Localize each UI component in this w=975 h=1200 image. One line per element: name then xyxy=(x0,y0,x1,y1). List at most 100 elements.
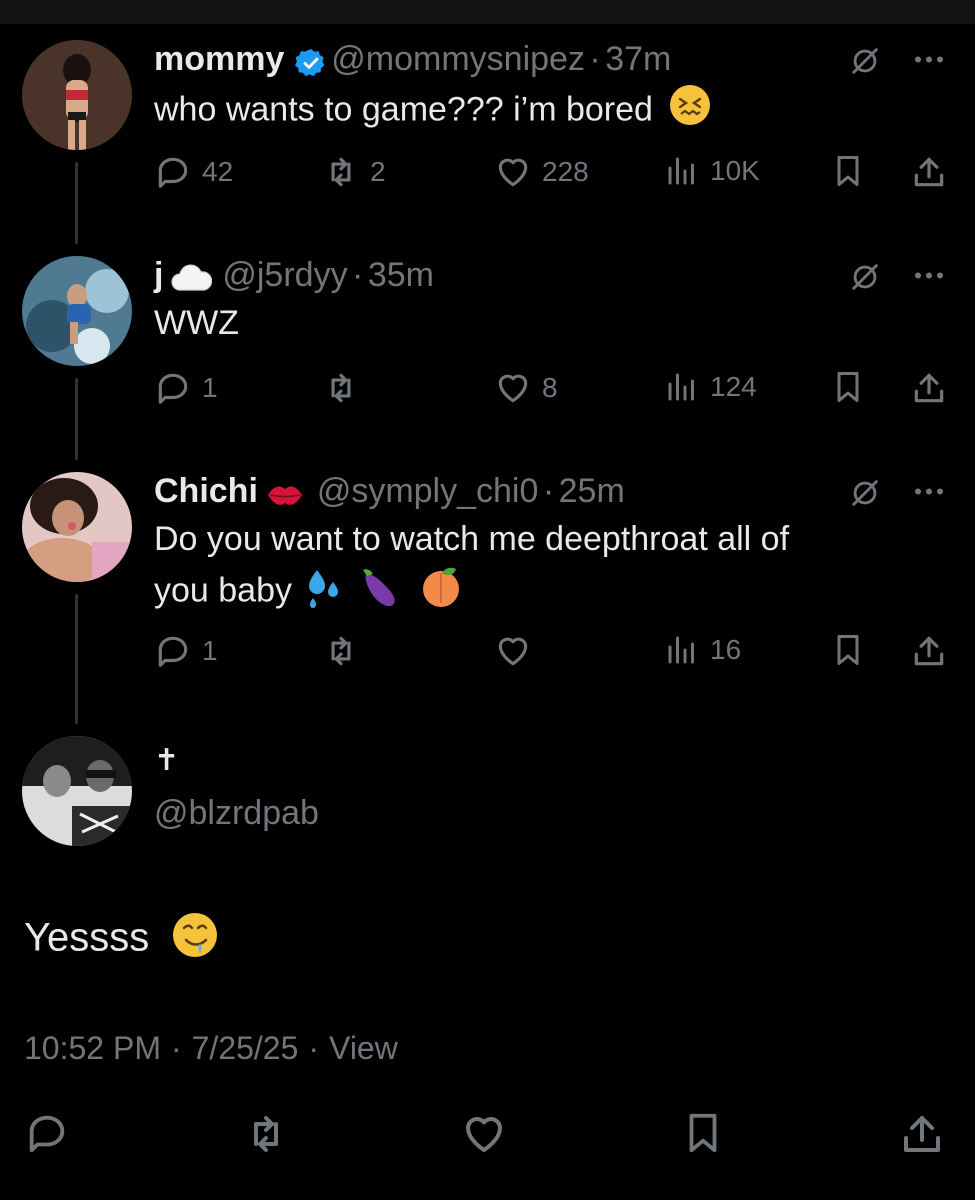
eggplant-emoji xyxy=(359,564,405,621)
more-options-button[interactable] xyxy=(912,54,956,65)
post-text-line: you baby xyxy=(154,563,464,622)
peach-emoji xyxy=(418,563,464,622)
post-timestamp: 10:52 PM · 7/25/25 · View xyxy=(24,1030,408,1067)
reply-button[interactable]: 42 xyxy=(154,153,233,191)
heart-icon xyxy=(494,369,542,407)
action-count: 1 xyxy=(202,635,218,666)
more-options-button[interactable] xyxy=(912,486,956,497)
post-header: j @j5rdyy · 35m xyxy=(154,256,434,299)
repost-icon xyxy=(322,153,370,191)
bookmark-icon xyxy=(680,1110,736,1156)
reply-button[interactable]: 1 xyxy=(154,369,218,407)
post-time[interactable]: 25m xyxy=(559,472,625,510)
action-count: 42 xyxy=(202,156,234,187)
display-name[interactable]: j xyxy=(154,256,163,294)
share-button[interactable] xyxy=(910,153,958,191)
grok-icon xyxy=(848,44,892,78)
bookmark-icon xyxy=(830,632,876,668)
verified-badge-icon xyxy=(294,47,327,84)
separator-dot: · xyxy=(308,1030,320,1066)
post-text: who wants to game??? i’m bored xyxy=(154,83,712,140)
bookmark-icon xyxy=(830,369,876,405)
heart-icon xyxy=(460,1110,518,1158)
cloud-emoji xyxy=(170,264,213,299)
status-bar xyxy=(0,0,975,24)
repost-button[interactable] xyxy=(242,1110,300,1158)
share-icon xyxy=(910,153,958,191)
more-icon xyxy=(912,54,956,65)
like-button[interactable] xyxy=(494,632,542,670)
more-options-button[interactable] xyxy=(912,270,956,281)
more-icon xyxy=(912,486,956,497)
repost-button[interactable] xyxy=(322,632,370,670)
like-button[interactable]: 8 xyxy=(494,369,558,407)
reply-icon xyxy=(154,153,202,191)
views-button[interactable]: 124 xyxy=(664,369,757,405)
post-text-line: Do you want to watch me deepthroat all o… xyxy=(154,520,790,558)
user-handle[interactable]: @symply_chi0 xyxy=(317,472,539,510)
avatar[interactable] xyxy=(22,472,132,582)
focused-post-text: Yessss xyxy=(24,910,220,970)
action-count: 1 xyxy=(202,372,218,403)
share-button[interactable] xyxy=(898,1110,956,1158)
post-header: Chichi @symply_chi0 · 25m xyxy=(154,472,625,516)
timestamp-time: 10:52 PM xyxy=(24,1030,161,1066)
kiss-mark-emoji xyxy=(264,479,306,516)
repost-icon xyxy=(242,1110,300,1158)
views-button[interactable]: 16 xyxy=(664,632,741,668)
display-name[interactable]: Chichi xyxy=(154,472,258,510)
grok-button[interactable] xyxy=(848,260,892,294)
share-icon xyxy=(910,369,958,407)
share-icon xyxy=(910,632,958,670)
share-button[interactable] xyxy=(910,369,958,407)
grok-button[interactable] xyxy=(848,476,892,510)
confounded-face-emoji xyxy=(668,83,712,140)
separator-dot: · xyxy=(542,472,555,510)
grok-icon xyxy=(848,476,892,510)
repost-button[interactable]: 2 xyxy=(322,153,386,191)
action-count: 2 xyxy=(370,156,386,187)
focused-user-handle[interactable]: @blzrdpab xyxy=(154,794,319,833)
view-link[interactable]: View xyxy=(329,1030,398,1066)
reply-icon xyxy=(24,1110,80,1156)
separator-dot: · xyxy=(170,1030,182,1066)
sweat-droplets-emoji xyxy=(301,564,345,621)
bookmark-button[interactable] xyxy=(830,153,876,189)
like-button[interactable] xyxy=(460,1110,518,1158)
action-count: 228 xyxy=(542,156,589,187)
views-button[interactable]: 10K xyxy=(664,153,760,189)
thread-line xyxy=(75,162,78,244)
avatar[interactable] xyxy=(22,736,132,846)
focused-display-name[interactable]: ✝ xyxy=(154,743,179,778)
bookmark-button[interactable] xyxy=(830,632,876,668)
post-header: mommy @mommysnipez · 37m xyxy=(154,40,671,84)
share-button[interactable] xyxy=(910,632,958,670)
display-name[interactable]: mommy xyxy=(154,40,284,78)
thread-line xyxy=(75,378,78,460)
action-count: 10K xyxy=(710,155,760,186)
heart-icon xyxy=(494,632,542,670)
reply-icon xyxy=(154,369,202,407)
bookmark-icon xyxy=(830,153,876,189)
repost-icon xyxy=(322,632,370,670)
drooling-face-emoji xyxy=(170,910,220,970)
timestamp-date: 7/25/25 xyxy=(191,1030,299,1066)
reply-icon xyxy=(154,632,202,670)
post-time[interactable]: 35m xyxy=(368,256,434,294)
bookmark-button[interactable] xyxy=(830,369,876,405)
share-icon xyxy=(898,1110,956,1158)
post-time[interactable]: 37m xyxy=(605,40,671,78)
more-icon xyxy=(912,270,956,281)
post-text: WWZ xyxy=(154,304,239,342)
user-handle[interactable]: @mommysnipez xyxy=(331,40,585,78)
grok-button[interactable] xyxy=(848,44,892,78)
reply-button[interactable] xyxy=(24,1110,80,1156)
user-handle[interactable]: @j5rdyy xyxy=(222,256,347,294)
separator-dot: · xyxy=(589,40,601,78)
avatar[interactable] xyxy=(22,256,132,366)
reply-button[interactable]: 1 xyxy=(154,632,218,670)
like-button[interactable]: 228 xyxy=(494,153,589,191)
repost-button[interactable] xyxy=(322,369,370,407)
bookmark-button[interactable] xyxy=(680,1110,736,1156)
avatar[interactable] xyxy=(22,40,132,150)
